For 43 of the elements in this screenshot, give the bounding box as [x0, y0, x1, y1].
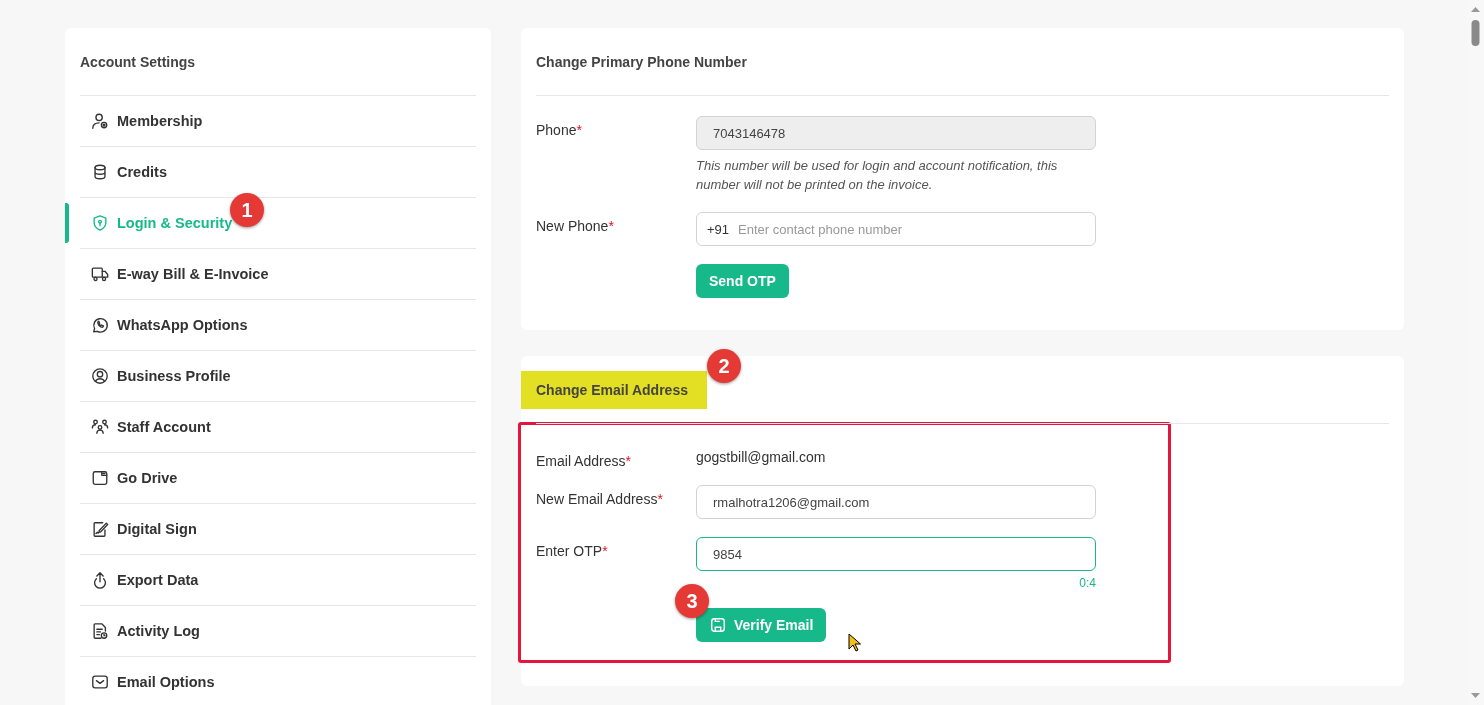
- pen-document-icon: [91, 520, 109, 538]
- step-badge: 2: [707, 349, 741, 383]
- person-icon: [91, 112, 109, 130]
- field-label: Phone*: [536, 121, 583, 138]
- sidebar-item[interactable]: Digital Sign: [80, 504, 476, 555]
- sidebar-item[interactable]: Email Options: [80, 657, 476, 705]
- chat-bubble-icon: [91, 316, 109, 334]
- field-label: New Email Address*: [536, 490, 664, 507]
- sidebar-item[interactable]: Business Profile: [80, 351, 476, 402]
- field-label: Enter OTP*: [536, 542, 609, 559]
- otp-timer: 0:4: [1078, 576, 1096, 590]
- phone-input-box[interactable]: +91 Enter contact phone number: [696, 212, 1096, 246]
- sidebar-item[interactable]: Export Data: [80, 555, 476, 606]
- email-value: gogstbill@gmail.com: [696, 448, 826, 465]
- coin-stack-icon: [91, 163, 109, 181]
- step-badge: 3: [675, 584, 709, 618]
- sidebar-item[interactable]: Login & Security 1: [80, 198, 476, 249]
- truck-icon: [91, 265, 109, 283]
- people-icon: [91, 418, 109, 436]
- envelope-icon: [91, 673, 109, 691]
- active-indicator: [65, 203, 69, 243]
- shield-icon: [91, 214, 109, 232]
- upload-icon: [91, 571, 109, 589]
- field-label: Email Address*: [536, 452, 632, 469]
- user-circle-icon: [91, 367, 109, 385]
- sidebar-item[interactable]: E-way Bill & E-Invoice: [80, 249, 476, 300]
- help-text: This number will be used for login and account notification, this number will not be printed on the invoice.: [696, 157, 1059, 194]
- sidebar-item[interactable]: Activity Log: [80, 606, 476, 657]
- sidebar-item[interactable]: Membership: [80, 96, 476, 147]
- new-email-field[interactable]: rmalhotra1206@gmail.com: [696, 485, 1096, 519]
- sidebar-item[interactable]: WhatsApp Options: [80, 300, 476, 351]
- document-icon: [91, 469, 109, 487]
- sidebar-item[interactable]: Staff Account: [80, 402, 476, 453]
- log-document-icon: [91, 622, 109, 640]
- sidebar-item[interactable]: Go Drive: [80, 453, 476, 504]
- phone-number-field[interactable]: Enter contact phone number: [738, 221, 1085, 237]
- mouse-pointer-icon: [848, 633, 862, 653]
- country-code: +91: [707, 221, 730, 237]
- card-title: Change Primary Phone Number: [536, 28, 1389, 96]
- sidebar-title: Account Settings: [80, 28, 476, 96]
- card-title: Change Email Address: [521, 370, 707, 409]
- otp-field[interactable]: 9854: [696, 537, 1096, 571]
- field-label: New Phone*: [536, 217, 615, 234]
